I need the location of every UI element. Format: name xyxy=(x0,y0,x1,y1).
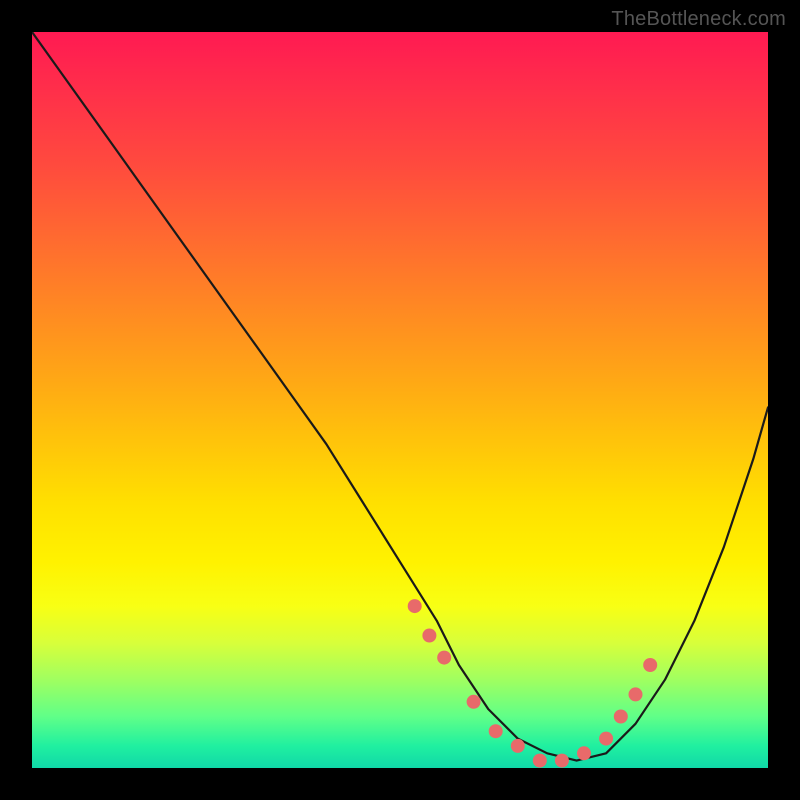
chart-frame: TheBottleneck.com xyxy=(0,0,800,800)
scatter-dot xyxy=(422,629,436,643)
scatter-dot xyxy=(533,754,547,768)
watermark-text: TheBottleneck.com xyxy=(611,8,786,31)
scatter-dot xyxy=(643,658,657,672)
scatter-dot xyxy=(599,732,613,746)
scatter-dot xyxy=(629,687,643,701)
bottleneck-curve xyxy=(32,32,768,761)
scatter-dot xyxy=(511,739,525,753)
scatter-dots xyxy=(408,599,658,768)
scatter-dot xyxy=(614,710,628,724)
scatter-dot xyxy=(467,695,481,709)
scatter-dot xyxy=(437,651,451,665)
scatter-dot xyxy=(408,599,422,613)
chart-svg xyxy=(32,32,768,768)
scatter-dot xyxy=(489,724,503,738)
plot-area xyxy=(32,32,768,768)
scatter-dot xyxy=(577,746,591,760)
scatter-dot xyxy=(555,754,569,768)
